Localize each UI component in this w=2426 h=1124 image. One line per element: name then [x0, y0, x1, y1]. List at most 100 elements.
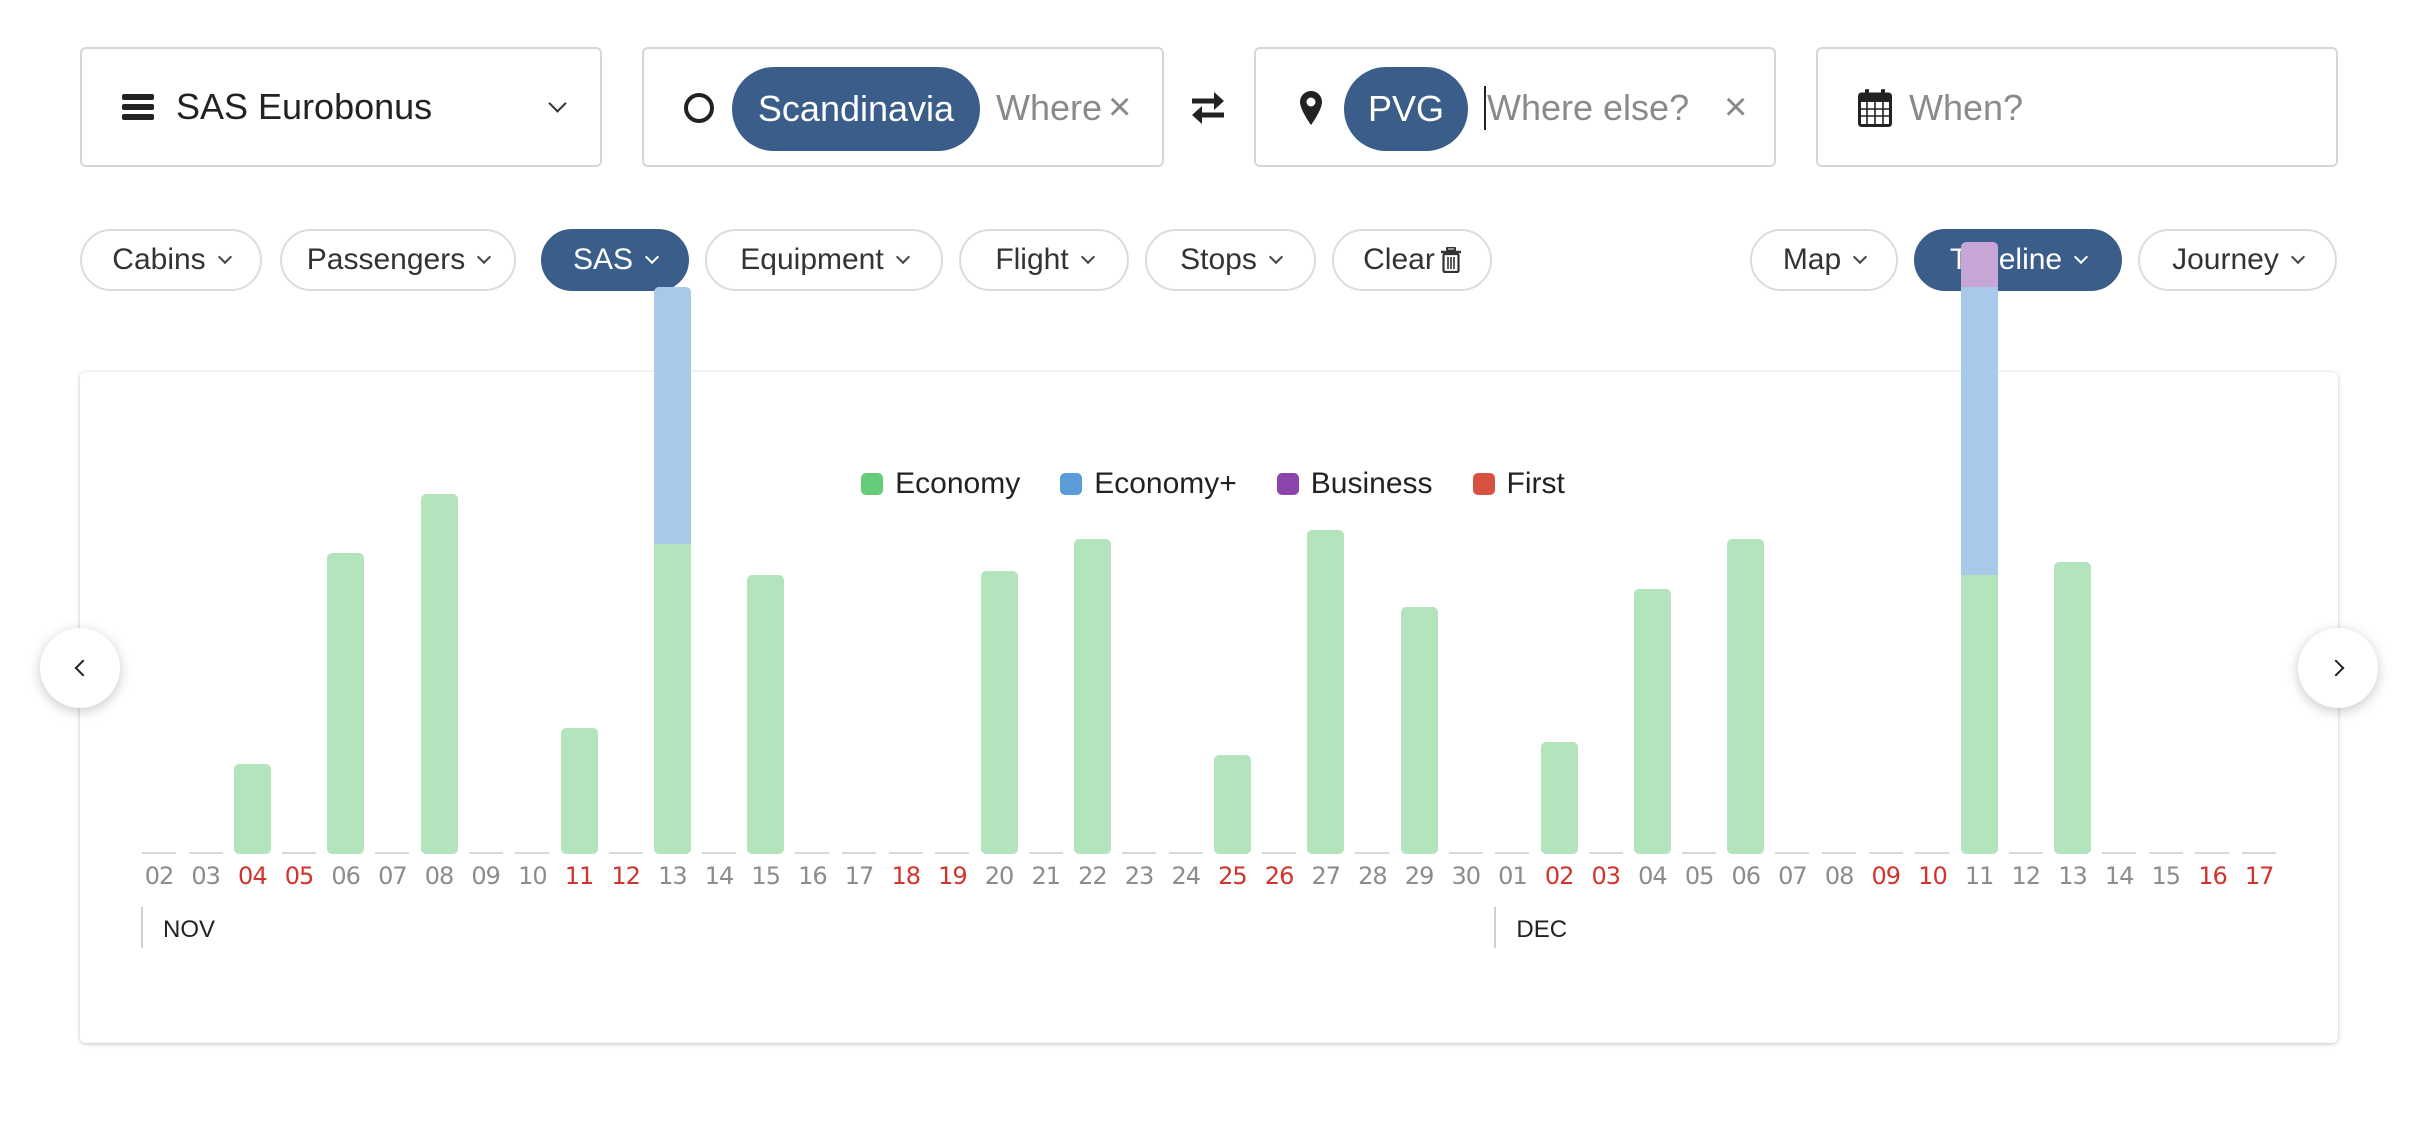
empty-day-marker — [468, 852, 503, 854]
chevron-down-icon — [1080, 249, 1095, 265]
program-selector[interactable]: SAS Eurobonus — [80, 47, 602, 167]
bar-stack[interactable] — [560, 728, 598, 854]
filter-passengers[interactable]: Passengers — [280, 229, 516, 291]
bar-stack[interactable] — [1213, 755, 1251, 854]
empty-day-marker — [1168, 852, 1203, 854]
swap-icon[interactable] — [1190, 88, 1226, 128]
day-tick-label: 19 — [938, 862, 968, 890]
filter-airline[interactable]: SAS — [541, 229, 689, 291]
day-tick-label: 09 — [471, 862, 501, 890]
date-field[interactable]: When? — [1816, 47, 2338, 167]
origin-chip[interactable]: Scandinavia — [732, 67, 980, 151]
bar-stack[interactable] — [1727, 539, 1765, 854]
bar-segment-economy — [560, 728, 598, 854]
day-tick-label: 14 — [2104, 862, 2135, 890]
bar-stack[interactable] — [653, 287, 691, 854]
day-tick-label: 15 — [751, 862, 781, 890]
empty-day-marker — [2148, 852, 2183, 854]
bar-stack[interactable] — [1400, 606, 1438, 854]
filter-label: Equipment — [740, 243, 884, 276]
bar-stack[interactable] — [420, 494, 458, 854]
day-tick-label: 13 — [658, 862, 688, 890]
bar-segment-economy — [1307, 530, 1345, 854]
legend-item-first[interactable]: First — [1472, 467, 1565, 501]
day-tick-label: 20 — [984, 862, 1015, 890]
day-tick-label: 12 — [611, 862, 641, 890]
origin-field[interactable]: Scandinavia Where × — [642, 47, 1164, 167]
empty-day-marker — [1028, 852, 1063, 854]
day-tick-label: 02 — [1544, 862, 1575, 890]
bar-stack[interactable] — [1307, 530, 1345, 854]
filter-cabins[interactable]: Cabins — [80, 229, 262, 291]
empty-day-marker — [888, 852, 923, 854]
empty-day-marker — [1822, 852, 1857, 854]
day-tick-label: 04 — [1638, 862, 1668, 890]
legend-swatch-business — [1276, 473, 1299, 495]
bar-stack[interactable] — [1633, 588, 1671, 854]
bar-segment-economy — [1073, 539, 1111, 854]
day-tick-label: 16 — [798, 862, 828, 890]
bar-segment-economy-plus — [1960, 287, 1998, 575]
day-tick-label: 01 — [1498, 862, 1528, 890]
legend-item-economy[interactable]: Economy — [861, 467, 1020, 501]
destination-chip[interactable]: PVG — [1344, 67, 1468, 151]
origin-clear-icon[interactable]: × — [1108, 79, 1131, 135]
clear-filters-button[interactable]: Clear — [1332, 229, 1492, 291]
bar-stack[interactable] — [1540, 741, 1578, 854]
origin-chip-label: Scandinavia — [757, 88, 955, 129]
trash-icon — [1440, 247, 1461, 273]
day-tick-label: 03 — [1591, 862, 1621, 890]
bar-stack[interactable] — [2053, 561, 2091, 854]
legend-label: Economy+ — [1094, 467, 1237, 500]
bar-stack[interactable] — [980, 570, 1018, 854]
bar-stack[interactable] — [1073, 539, 1111, 854]
day-tick-label: 30 — [1451, 862, 1481, 890]
empty-day-marker — [795, 852, 830, 854]
filter-flight[interactable]: Flight — [959, 229, 1129, 291]
day-tick-label: 03 — [191, 862, 221, 890]
day-tick-label: 07 — [378, 862, 408, 890]
empty-day-marker — [2242, 852, 2277, 854]
empty-day-marker — [282, 852, 316, 854]
day-tick-label: 07 — [1778, 862, 1808, 890]
view-map[interactable]: Map — [1750, 229, 1898, 291]
bar-stack[interactable] — [1960, 242, 1998, 854]
chevron-down-icon — [644, 249, 660, 265]
day-tick-label: 21 — [1031, 862, 1061, 890]
view-timeline[interactable]: Timeline — [1914, 229, 2122, 291]
empty-day-marker — [702, 852, 737, 854]
day-tick-label: 08 — [1824, 862, 1855, 890]
view-journey[interactable]: Journey — [2138, 229, 2337, 291]
empty-day-marker — [608, 852, 643, 854]
next-period-button[interactable] — [2298, 628, 2378, 708]
empty-day-marker — [1775, 852, 1810, 854]
filter-stops[interactable]: Stops — [1145, 229, 1316, 291]
day-tick-label: 05 — [1684, 862, 1715, 890]
legend-item-business[interactable]: Business — [1276, 467, 1433, 501]
filter-equipment[interactable]: Equipment — [705, 229, 943, 291]
empty-day-marker — [935, 852, 970, 854]
bar-stack[interactable] — [327, 552, 365, 854]
origin-input[interactable]: Where — [996, 87, 1102, 129]
filter-label: SAS — [572, 243, 634, 276]
bar-stack[interactable] — [233, 764, 271, 854]
day-tick-label: 11 — [564, 862, 595, 890]
chevron-right-icon — [2327, 659, 2344, 677]
day-tick-label: 15 — [2151, 862, 2182, 890]
legend-swatch-economy — [861, 473, 884, 495]
date-input[interactable]: When? — [1909, 87, 2023, 129]
day-tick-label: 17 — [2244, 862, 2275, 890]
bar-stack[interactable] — [747, 575, 785, 854]
day-tick-label: 08 — [424, 862, 455, 890]
chevron-down-icon — [1268, 249, 1283, 265]
destination-input[interactable]: Where else? — [1487, 87, 1689, 129]
legend-item-economy-plus[interactable]: Economy+ — [1060, 467, 1237, 501]
day-tick-label: 06 — [1731, 862, 1761, 890]
destination-field[interactable]: PVG Where else? × — [1254, 47, 1776, 167]
empty-day-marker — [1868, 852, 1903, 854]
previous-period-button[interactable] — [40, 628, 120, 708]
chevron-left-icon — [74, 659, 91, 677]
bar-segment-economy — [1400, 606, 1438, 854]
destination-clear-icon[interactable]: × — [1724, 79, 1747, 135]
empty-day-marker — [1122, 852, 1157, 854]
